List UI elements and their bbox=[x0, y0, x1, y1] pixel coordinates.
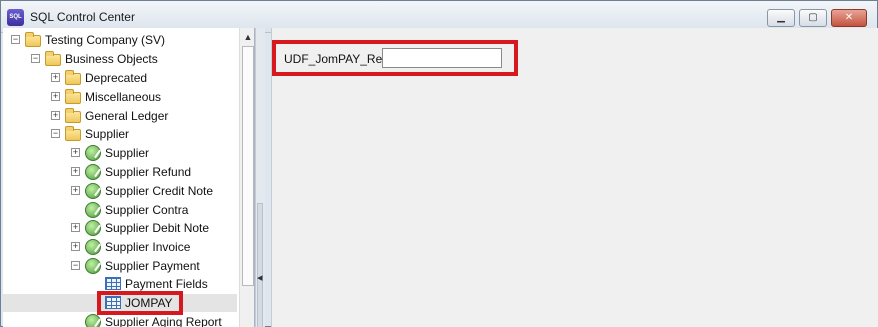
folder-icon bbox=[65, 70, 81, 85]
expand-icon[interactable]: + bbox=[71, 167, 80, 176]
panel-splitter[interactable]: ◂ bbox=[255, 28, 265, 327]
tree-node-label: Testing Company (SV) bbox=[45, 33, 166, 47]
tree-node[interactable]: + Supplier Debit Note bbox=[3, 219, 237, 237]
expand-icon[interactable]: + bbox=[51, 111, 60, 120]
collapse-icon[interactable]: − bbox=[31, 54, 40, 63]
tree-node[interactable]: + General Ledger bbox=[3, 107, 237, 125]
tree-node[interactable]: Supplier Contra bbox=[3, 201, 237, 219]
business-object-icon bbox=[85, 220, 101, 236]
jompay-node-highlight bbox=[97, 291, 183, 315]
tree-node-label: Supplier Invoice bbox=[105, 240, 191, 254]
navigation-tree: − Testing Company (SV) − Business Objects + D… bbox=[3, 28, 255, 327]
tree-node-label: Supplier Payment bbox=[105, 259, 200, 273]
tree-node-label: Supplier bbox=[105, 146, 150, 160]
tree-node-label: Miscellaneous bbox=[85, 90, 162, 104]
folder-icon bbox=[65, 108, 81, 123]
expand-icon[interactable]: + bbox=[71, 148, 80, 157]
tree-node[interactable]: + Supplier Refund bbox=[3, 163, 237, 181]
tree-node[interactable]: Supplier Aging Report bbox=[3, 313, 237, 327]
tree-node[interactable]: − Supplier bbox=[3, 125, 237, 143]
window-title: SQL Control Center bbox=[30, 10, 135, 24]
business-object-icon bbox=[85, 183, 101, 199]
tree-node[interactable]: + Deprecated bbox=[3, 69, 237, 87]
business-object-icon bbox=[85, 258, 101, 274]
expand-icon[interactable]: + bbox=[71, 186, 80, 195]
tree-node[interactable]: + Supplier bbox=[3, 144, 237, 162]
tree-scrollbar[interactable]: ▲ bbox=[239, 28, 254, 327]
app-logo-icon: SQL bbox=[7, 9, 24, 26]
maximize-button[interactable]: ▢ bbox=[799, 9, 827, 27]
scrollbar-thumb[interactable] bbox=[242, 46, 254, 286]
tree-node-label: Business Objects bbox=[65, 52, 158, 66]
expand-icon[interactable]: + bbox=[51, 92, 60, 101]
tree-node-label: Supplier Debit Note bbox=[105, 221, 210, 235]
tree-node-label: Supplier Aging Report bbox=[105, 315, 222, 327]
collapse-icon[interactable]: − bbox=[71, 261, 80, 270]
folder-icon bbox=[65, 89, 81, 104]
business-object-icon bbox=[85, 239, 101, 255]
expand-icon[interactable]: + bbox=[71, 242, 80, 251]
tree-node-label: Supplier Contra bbox=[105, 203, 189, 217]
tree-node[interactable]: + Miscellaneous bbox=[3, 88, 237, 106]
expand-icon[interactable]: + bbox=[51, 73, 60, 82]
folder-open-icon bbox=[25, 32, 41, 47]
folder-open-icon bbox=[65, 126, 81, 141]
business-object-icon bbox=[85, 202, 101, 218]
tree-node-label: Supplier Refund bbox=[105, 165, 192, 179]
tree-node-label: Supplier bbox=[85, 127, 130, 141]
detail-panel: UDF_JomPAY_Ref2 bbox=[271, 28, 878, 327]
tree-node[interactable]: − Business Objects bbox=[3, 50, 237, 68]
tree-node-label: Deprecated bbox=[85, 71, 148, 85]
collapse-icon[interactable]: − bbox=[11, 35, 20, 44]
tree-node[interactable]: + Supplier Invoice bbox=[3, 238, 237, 256]
tree-node[interactable]: − Testing Company (SV) bbox=[3, 31, 237, 49]
close-button[interactable]: ✕ bbox=[831, 9, 867, 27]
tree-node-label: Supplier Credit Note bbox=[105, 184, 214, 198]
collapse-icon[interactable]: − bbox=[51, 129, 60, 138]
business-object-icon bbox=[85, 314, 101, 327]
tree-node[interactable]: + Supplier Credit Note bbox=[3, 182, 237, 200]
minimize-button[interactable]: ▁ bbox=[767, 9, 795, 27]
tree-node[interactable]: − Supplier Payment bbox=[3, 257, 237, 275]
business-object-icon bbox=[85, 145, 101, 161]
udf-jompay-ref2-input[interactable] bbox=[382, 48, 502, 68]
tree-node-label: General Ledger bbox=[85, 109, 169, 123]
udf-jompay-ref2-label: UDF_JomPAY_Ref2 bbox=[284, 52, 393, 66]
expand-icon[interactable]: + bbox=[71, 223, 80, 232]
business-object-icon bbox=[85, 164, 101, 180]
splitter-handle[interactable] bbox=[257, 203, 263, 327]
collapse-arrow-icon[interactable]: ◂ bbox=[257, 271, 263, 284]
fields-grid-icon bbox=[105, 277, 121, 290]
folder-open-icon bbox=[45, 51, 61, 66]
scroll-up-icon[interactable]: ▲ bbox=[240, 30, 254, 44]
app-window: SQL SQL Control Center ▁ ▢ ✕ − Testing Co… bbox=[0, 0, 878, 327]
